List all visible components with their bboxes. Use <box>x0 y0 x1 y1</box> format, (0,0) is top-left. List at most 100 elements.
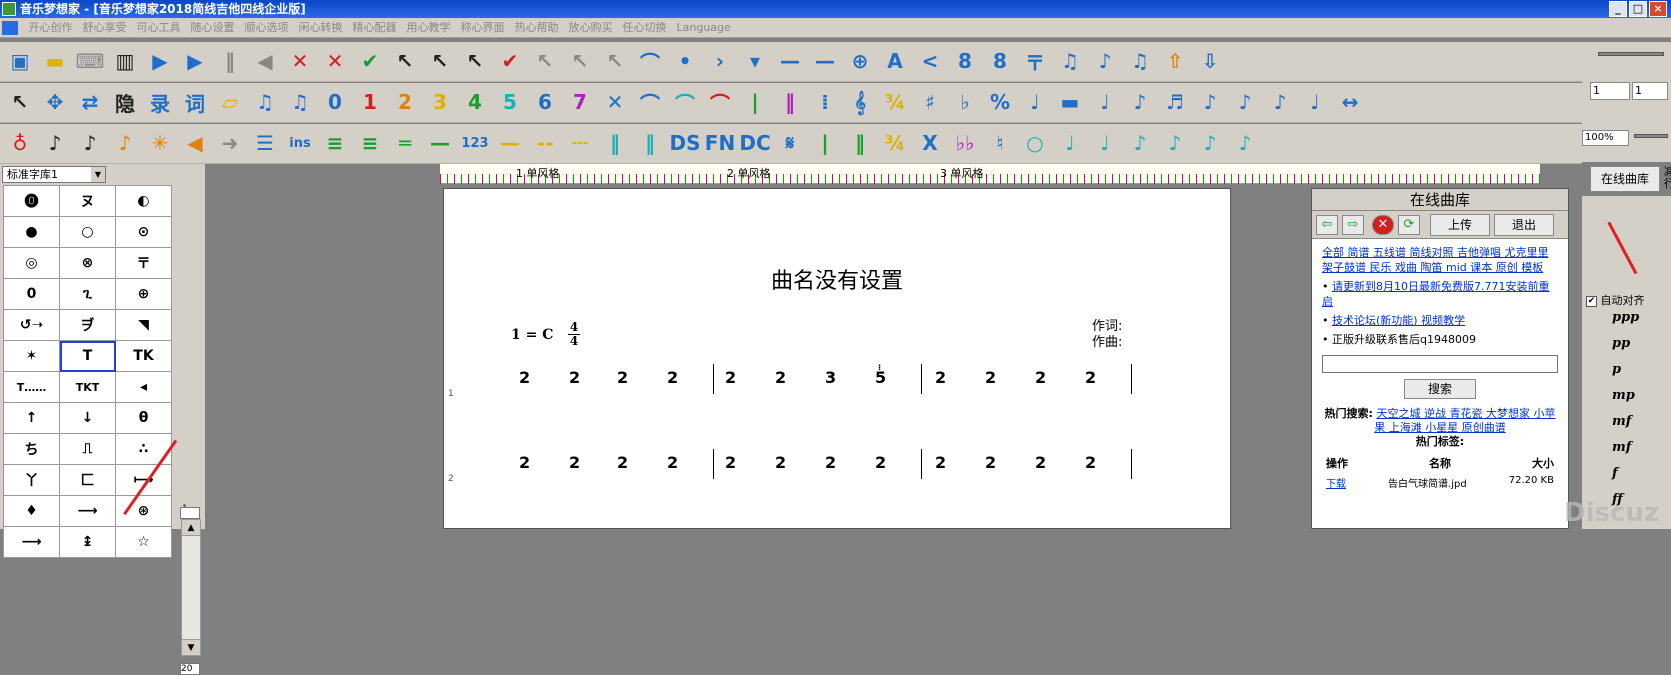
num-1-icon[interactable]: 1 <box>354 86 386 118</box>
zoom-slider[interactable] <box>1634 134 1668 138</box>
save-icon[interactable]: ▣ <box>4 45 36 77</box>
repeat-end-icon[interactable]: ‖ <box>634 127 666 159</box>
back-icon[interactable]: ⇦ <box>1316 215 1338 235</box>
symbol-cell[interactable]: ✶ <box>3 340 60 372</box>
symbol-cell[interactable]: ↑ <box>3 402 60 434</box>
segno-icon[interactable]: 𝄋 <box>774 127 806 159</box>
note[interactable]: 2 <box>775 453 786 472</box>
note[interactable]: 2 <box>985 453 996 472</box>
num-123-icon[interactable]: 123 <box>459 127 491 159</box>
note[interactable]: 2 <box>617 453 628 472</box>
menu-item-8[interactable]: 称心界面 <box>461 21 505 34</box>
eraser-icon[interactable]: ▱ <box>214 86 246 118</box>
number-box-2[interactable]: 1 <box>1632 82 1668 100</box>
news-link-1[interactable]: 请更新到8月10日最新免费版7.771安装前重启 <box>1322 280 1550 308</box>
note-x-icon[interactable]: ♪ <box>1194 86 1226 118</box>
note[interactable]: 3 <box>825 368 836 387</box>
symbol-cell[interactable]: 〒 <box>115 247 172 279</box>
check-icon[interactable]: ✔ <box>354 45 386 77</box>
library-search-button[interactable]: 搜索 <box>1404 379 1476 399</box>
grace-note-icon[interactable]: ♪ <box>1264 86 1296 118</box>
menu-item-2[interactable]: 可心工具 <box>137 21 181 34</box>
menu-item-1[interactable]: 舒心享受 <box>83 21 127 34</box>
refresh-icon[interactable]: ⟳ <box>1398 215 1420 235</box>
menu-item-0[interactable]: 开心创作 <box>29 21 73 34</box>
note[interactable]: 2 <box>985 368 996 387</box>
select5-icon[interactable]: ↖ <box>564 45 596 77</box>
lines-icon[interactable]: ☰ <box>249 127 281 159</box>
upload-icon[interactable]: ⇧ <box>1159 45 1191 77</box>
menu-item-6[interactable]: 精心配器 <box>353 21 397 34</box>
note[interactable]: 2 <box>667 453 678 472</box>
pause-icon[interactable]: ‖ <box>214 45 246 77</box>
span-icon[interactable]: ↔ <box>1334 86 1366 118</box>
symbol-cell[interactable]: ⊕ <box>115 278 172 310</box>
symbol-cell[interactable]: T…… <box>3 371 60 403</box>
symbol-cell[interactable]: ⎍ <box>59 433 116 465</box>
hot-links[interactable]: 天空之城 逆战 青花瓷 大梦想家 小苹果 上海滩 小星星 原创曲谱 <box>1374 407 1555 434</box>
q-note2-icon[interactable]: ♩ <box>1089 127 1121 159</box>
dash-yellow-icon[interactable]: — <box>494 127 526 159</box>
natural-icon[interactable]: ♮ <box>984 127 1016 159</box>
auto-align-checkbox[interactable]: ✔ 自动对齐 <box>1586 292 1645 308</box>
song-title[interactable]: 曲名没有设置 <box>444 263 1230 295</box>
select-color-icon[interactable]: ↖ <box>389 45 421 77</box>
move-icon[interactable]: ✥ <box>39 86 71 118</box>
note[interactable]: 2 <box>569 368 580 387</box>
select4-icon[interactable]: ↖ <box>529 45 561 77</box>
scroll-down-button[interactable]: ▼ <box>182 639 200 655</box>
note-ghost-icon[interactable]: ♪ <box>1229 86 1261 118</box>
equal-icon[interactable]: ═ <box>389 127 421 159</box>
dynamic-0[interactable]: ppp <box>1612 310 1639 325</box>
num-4-icon[interactable]: 4 <box>459 86 491 118</box>
treble-clef-icon[interactable]: 𝄞 <box>844 86 876 118</box>
beam2-icon[interactable]: ♫ <box>284 86 316 118</box>
category-links[interactable]: 全部 简谱 五线谱 简线对照 吉他弹唱 尤克里里 架子鼓谱 民乐 戏曲 陶笛 m… <box>1322 246 1548 274</box>
text-a-icon[interactable]: A <box>879 45 911 77</box>
menu-item-12[interactable]: Language <box>677 21 731 34</box>
asterisk-icon[interactable]: ✳ <box>144 127 176 159</box>
note[interactable]: 5 ⁝ <box>875 363 886 387</box>
symbol-cell[interactable]: ◂ <box>115 371 172 403</box>
percent-icon[interactable]: % <box>984 86 1016 118</box>
symbol-cell[interactable]: ↓ <box>59 402 116 434</box>
note[interactable]: 2 <box>825 453 836 472</box>
menu-item-3[interactable]: 随心设置 <box>191 21 235 34</box>
note[interactable]: 2 <box>725 453 736 472</box>
less-than-icon[interactable]: < <box>914 45 946 77</box>
lyric-icon[interactable]: 词 <box>179 86 211 118</box>
symbol-cell[interactable]: 匚 <box>59 464 116 496</box>
menu-item-11[interactable]: 任心切换 <box>623 21 667 34</box>
num-2-icon[interactable]: 2 <box>389 86 421 118</box>
fn-icon[interactable]: FN <box>704 127 736 159</box>
scroll-up-button[interactable]: ▲ <box>182 520 200 536</box>
close-button[interactable]: × <box>1649 1 1667 17</box>
note[interactable]: 2 <box>1035 368 1046 387</box>
rewind-icon[interactable]: ◀ <box>249 45 281 77</box>
pointer-icon[interactable]: ↖ <box>4 86 36 118</box>
score-page[interactable]: 曲名没有设置 1 = C 4 4 作词: 作曲: 1 2 2 2 2 2 2 2 3 5 ⁝ 2 2… <box>443 188 1231 529</box>
dynamic-4[interactable]: mf <box>1612 414 1631 429</box>
symbol-cell[interactable]: ♦ <box>3 495 60 527</box>
symbol-cell[interactable]: ヌ <box>59 185 116 217</box>
select3-icon[interactable]: ↖ <box>459 45 491 77</box>
note[interactable]: 2 <box>935 453 946 472</box>
upload-button[interactable]: 上传 <box>1430 214 1490 236</box>
time-sig-icon[interactable]: ¾ <box>879 86 911 118</box>
symbol-cell[interactable]: ↺➝ <box>3 309 60 341</box>
symbol-cell[interactable]: TKT <box>59 371 116 403</box>
checkbox-icon[interactable]: ✔ <box>1586 295 1597 307</box>
line-icon[interactable]: — <box>424 127 456 159</box>
e-note4-icon[interactable]: ♪ <box>1229 127 1261 159</box>
sax-icon[interactable]: ♪ <box>109 127 141 159</box>
dynamic-2[interactable]: p <box>1612 362 1621 377</box>
online-library-button[interactable]: 在线曲库 <box>1590 166 1660 192</box>
menu-item-9[interactable]: 热心帮助 <box>515 21 559 34</box>
beam-icon[interactable]: ♫ <box>249 86 281 118</box>
half-note-icon[interactable]: ♩ <box>1089 86 1121 118</box>
symbol-cell[interactable]: ⟶ <box>3 526 60 558</box>
reduce-lines-button[interactable]: 减行 <box>1664 166 1671 192</box>
fermata-icon[interactable]: ⌒ <box>634 45 666 77</box>
symbol-cell[interactable]: ጊ <box>59 278 116 310</box>
folder-icon[interactable]: ▬ <box>39 45 71 77</box>
